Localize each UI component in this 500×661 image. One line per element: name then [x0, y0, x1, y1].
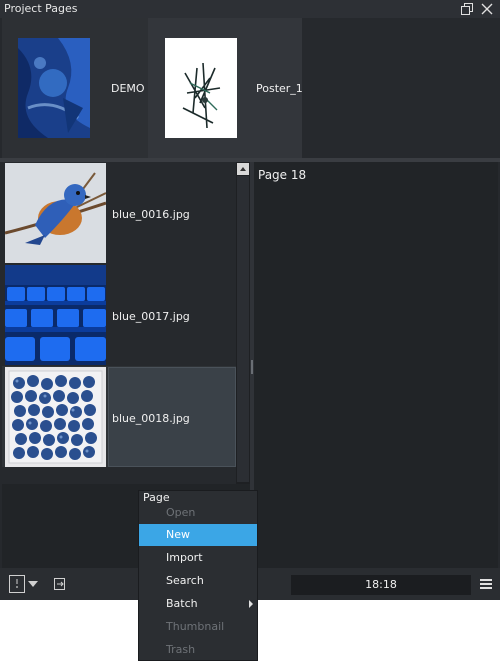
project-thumbnail [18, 38, 90, 138]
menu-item-trash[interactable]: Trash [139, 639, 257, 661]
menu-item-batch[interactable]: Batch [139, 593, 257, 615]
projects-strip: DEMO Poster_1 [2, 18, 498, 158]
project-item-poster[interactable]: Poster_1 [148, 18, 303, 158]
project-thumbnail [165, 38, 237, 138]
image-list-scrollbar[interactable] [236, 162, 250, 484]
submenu-arrow-icon [249, 600, 253, 608]
image-row[interactable]: blue_0016.jpg [2, 162, 236, 263]
menu-item-import[interactable]: Import [139, 547, 257, 569]
hamburger-menu-icon[interactable] [479, 574, 493, 594]
time-text: 18:18 [365, 578, 397, 591]
page-menu-button[interactable] [8, 574, 42, 594]
image-name: blue_0018.jpg [112, 412, 190, 425]
image-list: blue_0016.jpg blue_0017.jpg blue_0018.jp… [2, 162, 236, 482]
menu-item-open[interactable]: Open [139, 502, 257, 524]
image-row-selected[interactable]: blue_0018.jpg [2, 366, 236, 467]
page-view: Page 18 [254, 162, 498, 568]
page-context-menu: Page Open New Import Search Batch Thumbn… [138, 490, 258, 661]
splitter-grip-icon [251, 360, 253, 374]
panel-titlebar: Project Pages [0, 0, 500, 18]
image-name: blue_0016.jpg [112, 208, 190, 221]
menu-item-label: Batch [166, 597, 198, 610]
menu-item-search[interactable]: Search [139, 570, 257, 592]
project-label: DEMO [111, 82, 145, 95]
menu-item-thumbnail[interactable]: Thumbnail [139, 616, 257, 638]
image-thumbnail [5, 163, 106, 263]
menu-item-new[interactable]: New [139, 524, 257, 546]
image-name: blue_0017.jpg [112, 310, 190, 323]
panel-title: Project Pages [4, 2, 78, 15]
image-thumbnail [5, 367, 106, 467]
export-icon[interactable] [52, 574, 68, 594]
project-label: Poster_1 [256, 82, 303, 95]
restore-icon[interactable] [459, 1, 475, 17]
scroll-up-icon[interactable] [237, 163, 249, 175]
page-title: Page 18 [258, 168, 307, 182]
image-thumbnail [5, 265, 106, 365]
close-icon[interactable] [479, 1, 495, 17]
scrollbar-track[interactable] [237, 176, 249, 482]
project-item-demo[interactable]: DEMO [2, 18, 148, 158]
image-row[interactable]: blue_0017.jpg [2, 264, 236, 365]
time-field: 18:18 [291, 575, 471, 595]
